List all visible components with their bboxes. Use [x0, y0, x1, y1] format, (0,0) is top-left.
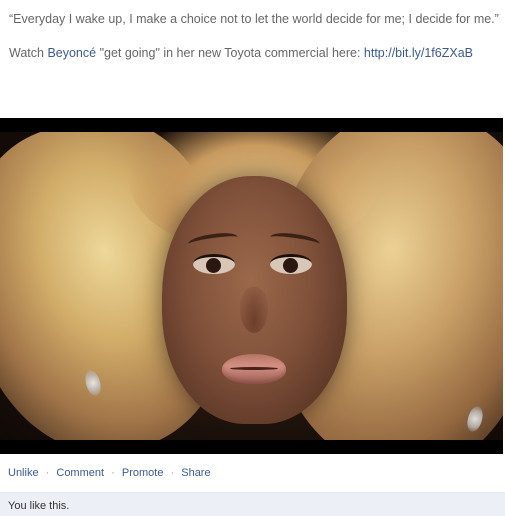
- right-eye-shape: [270, 254, 312, 274]
- watch-middle: "get going" in her new Toyota commercial…: [96, 46, 364, 60]
- watch-prefix: Watch: [9, 46, 48, 60]
- right-pupil-shape: [283, 258, 298, 273]
- lip-line-shape: [230, 367, 278, 370]
- left-eyebrow-shape: [187, 230, 239, 251]
- action-separator: ·: [111, 467, 115, 479]
- comment-link[interactable]: Comment: [56, 467, 104, 479]
- left-pupil-shape: [206, 258, 221, 273]
- action-separator: ·: [170, 467, 175, 479]
- likes-text: You like this.: [8, 500, 70, 512]
- likes-box: You like this.: [0, 492, 505, 516]
- nose-shape: [240, 287, 268, 333]
- video-player[interactable]: [0, 118, 503, 454]
- lips-shape: [222, 354, 286, 384]
- post-quote: “Everyday I wake up, I make a choice not…: [9, 12, 499, 26]
- left-eye-shape: [193, 254, 235, 274]
- video-url-link[interactable]: http://bit.ly/1f6ZXaB: [364, 46, 473, 60]
- share-link[interactable]: Share: [181, 467, 210, 479]
- promote-link[interactable]: Promote: [122, 467, 164, 479]
- post-watch-line: Watch Beyoncé "get going" in her new Toy…: [9, 44, 499, 62]
- unlike-link[interactable]: Unlike: [8, 467, 39, 479]
- artist-link[interactable]: Beyoncé: [47, 46, 96, 60]
- action-separator: ·: [45, 467, 50, 479]
- post-actions: Unlike · Comment · Promote · Share: [8, 465, 211, 481]
- post-message: “Everyday I wake up, I make a choice not…: [9, 10, 499, 62]
- video-thumbnail[interactable]: [0, 132, 503, 440]
- face-shape: [162, 176, 347, 424]
- facebook-post: “Everyday I wake up, I make a choice not…: [0, 0, 505, 516]
- video-bottom-bar: [0, 440, 503, 454]
- right-eyebrow-shape: [269, 230, 321, 251]
